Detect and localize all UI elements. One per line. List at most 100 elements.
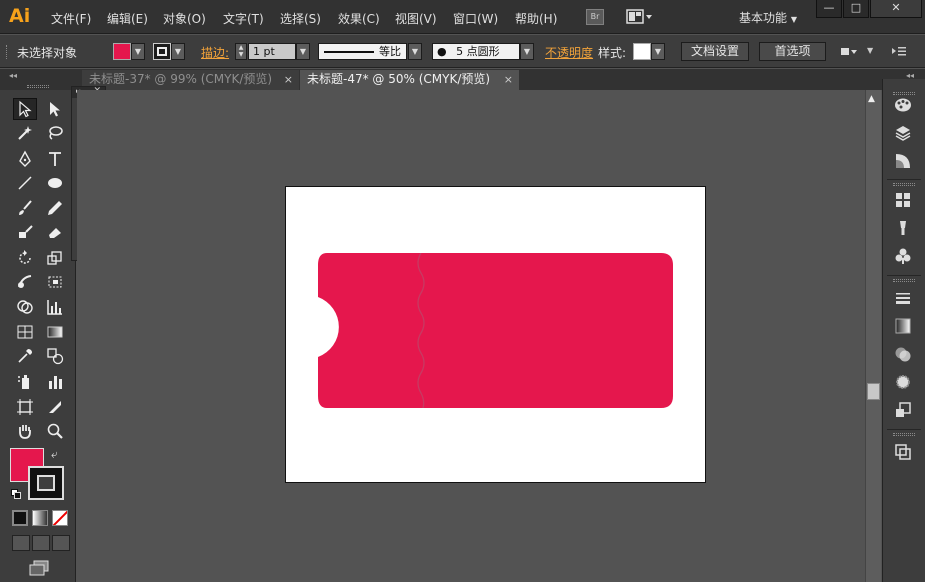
default-colors-icon[interactable] bbox=[11, 489, 21, 499]
document-tab-2[interactable]: 未标题-47* @ 50% (CMYK/预览) × bbox=[300, 70, 519, 90]
appearance-panel-button[interactable] bbox=[892, 372, 914, 392]
gradient-mode-button[interactable] bbox=[32, 510, 48, 526]
lasso-tool[interactable] bbox=[43, 122, 67, 144]
transparency-panel-button[interactable] bbox=[892, 344, 914, 364]
menu-help[interactable]: 帮助(H) bbox=[515, 10, 557, 27]
pen-tool[interactable] bbox=[13, 148, 37, 170]
close-tab-icon[interactable]: × bbox=[284, 70, 293, 89]
menu-view[interactable]: 视图(V) bbox=[395, 10, 437, 27]
stroke-profile-select[interactable]: 等比 bbox=[318, 43, 407, 60]
gradient-panel-button[interactable] bbox=[892, 316, 914, 336]
stroke-color-swatch[interactable] bbox=[153, 43, 171, 60]
blend-tool[interactable] bbox=[43, 345, 67, 367]
ticket-shape[interactable] bbox=[315, 253, 673, 408]
menu-file[interactable]: 文件(F) bbox=[51, 10, 91, 27]
maximize-button[interactable]: □ bbox=[843, 0, 869, 18]
dock-grip[interactable] bbox=[893, 183, 915, 186]
stroke-profile-dropdown[interactable]: ▼ bbox=[408, 43, 422, 60]
draw-behind-button[interactable] bbox=[32, 535, 50, 551]
artboard-tool[interactable] bbox=[13, 396, 37, 418]
control-bar-grip[interactable] bbox=[6, 45, 9, 59]
screen-mode-button[interactable] bbox=[28, 560, 50, 576]
rotate-tool[interactable] bbox=[13, 247, 37, 269]
direct-selection-tool[interactable] bbox=[43, 98, 67, 120]
panel-menu-button[interactable] bbox=[890, 44, 908, 58]
stroke-panel-button[interactable] bbox=[892, 288, 914, 308]
ellipse-tool[interactable] bbox=[43, 172, 67, 194]
dock-grip[interactable] bbox=[893, 279, 915, 282]
close-tab-icon[interactable]: × bbox=[504, 70, 513, 89]
column-graph-tool[interactable] bbox=[43, 371, 67, 393]
selection-tool[interactable] bbox=[13, 98, 37, 120]
arrange-documents-button[interactable] bbox=[626, 9, 654, 25]
dock-grip[interactable] bbox=[893, 433, 915, 436]
draw-normal-button[interactable] bbox=[12, 535, 30, 551]
opacity-label[interactable]: 不透明度 bbox=[545, 44, 593, 61]
stroke-color-box[interactable] bbox=[28, 466, 64, 500]
graph-tool[interactable] bbox=[43, 296, 67, 318]
fill-dropdown-arrow[interactable]: ▼ bbox=[131, 43, 145, 60]
swap-fill-stroke-icon[interactable]: ⤶ bbox=[51, 447, 58, 462]
stroke-dropdown-arrow[interactable]: ▼ bbox=[171, 43, 185, 60]
gradient-tool[interactable] bbox=[43, 321, 67, 343]
graphic-style-swatch[interactable] bbox=[633, 43, 651, 60]
stroke-weight-stepper[interactable]: ▲ ▼ bbox=[235, 43, 247, 60]
graphic-style-dropdown[interactable]: ▼ bbox=[651, 43, 665, 60]
stroke-weight-dropdown[interactable]: ▼ bbox=[296, 43, 310, 60]
eyedropper-tool[interactable] bbox=[13, 345, 37, 367]
pencil-tool[interactable] bbox=[43, 197, 67, 219]
layers-panel-button[interactable] bbox=[892, 123, 914, 143]
chevron-down-icon[interactable]: ▼ bbox=[867, 46, 873, 55]
scrollbar-thumb[interactable] bbox=[867, 383, 880, 400]
pathfinder-panel-button[interactable] bbox=[892, 442, 914, 462]
brush-definition-select[interactable]: ● 5 点圆形 bbox=[432, 43, 520, 60]
swatches-panel-button[interactable] bbox=[892, 190, 914, 210]
canvas-area[interactable] bbox=[77, 90, 865, 582]
fill-color-swatch[interactable] bbox=[113, 43, 131, 60]
menu-type[interactable]: 文字(T) bbox=[223, 10, 264, 27]
graphic-styles-panel-button[interactable] bbox=[892, 400, 914, 420]
draw-inside-button[interactable] bbox=[52, 535, 70, 551]
menu-object[interactable]: 对象(O) bbox=[163, 10, 206, 27]
tools-panel-grip[interactable] bbox=[27, 85, 49, 88]
color-mode-button[interactable] bbox=[12, 510, 28, 526]
close-button[interactable]: ✕ bbox=[870, 0, 922, 18]
artboard[interactable] bbox=[285, 186, 706, 483]
blob-brush-tool[interactable] bbox=[13, 221, 37, 243]
brushes-panel-button[interactable] bbox=[892, 218, 914, 238]
color-guide-panel-button[interactable] bbox=[892, 151, 914, 171]
menu-window[interactable]: 窗口(W) bbox=[453, 10, 498, 27]
menu-select[interactable]: 选择(S) bbox=[280, 10, 321, 27]
stroke-label[interactable]: 描边: bbox=[201, 44, 229, 61]
mesh-tool[interactable] bbox=[13, 321, 37, 343]
eraser-tool[interactable] bbox=[43, 221, 67, 243]
document-tab-1[interactable]: 未标题-37* @ 99% (CMYK/预览) × bbox=[82, 70, 299, 90]
scale-tool[interactable] bbox=[43, 247, 67, 269]
color-panel-button[interactable] bbox=[892, 95, 914, 115]
ticket-body[interactable] bbox=[318, 253, 673, 408]
free-transform-tool[interactable] bbox=[43, 271, 67, 293]
warp-tool[interactable] bbox=[13, 271, 37, 293]
symbols-panel-button[interactable] bbox=[892, 246, 914, 266]
vertical-scrollbar[interactable]: ▲ bbox=[865, 90, 881, 582]
minimize-button[interactable]: — bbox=[816, 0, 842, 18]
none-mode-button[interactable] bbox=[52, 510, 68, 526]
symbol-sprayer-tool[interactable] bbox=[13, 371, 37, 393]
scroll-up-arrow-icon[interactable]: ▲ bbox=[868, 94, 875, 104]
shape-builder-tool[interactable] bbox=[13, 296, 37, 318]
stroke-weight-input[interactable]: 1 pt bbox=[248, 43, 296, 60]
hand-tool[interactable] bbox=[13, 420, 37, 442]
magic-wand-tool[interactable] bbox=[13, 122, 37, 144]
preferences-button[interactable]: 首选项 bbox=[759, 42, 826, 61]
line-tool[interactable] bbox=[13, 172, 37, 194]
menu-effect[interactable]: 效果(C) bbox=[338, 10, 380, 27]
slice-tool[interactable] bbox=[43, 396, 67, 418]
menu-edit[interactable]: 编辑(E) bbox=[107, 10, 148, 27]
type-tool[interactable] bbox=[43, 148, 67, 170]
zoom-tool[interactable] bbox=[43, 420, 67, 442]
bridge-button[interactable]: Br bbox=[586, 9, 604, 25]
paintbrush-tool[interactable] bbox=[13, 197, 37, 219]
workspace-switcher[interactable]: 基本功能 ▼ bbox=[739, 9, 797, 26]
brush-dropdown[interactable]: ▼ bbox=[520, 43, 534, 60]
collapse-toolbar-icon[interactable]: ◂◂ bbox=[9, 71, 17, 80]
